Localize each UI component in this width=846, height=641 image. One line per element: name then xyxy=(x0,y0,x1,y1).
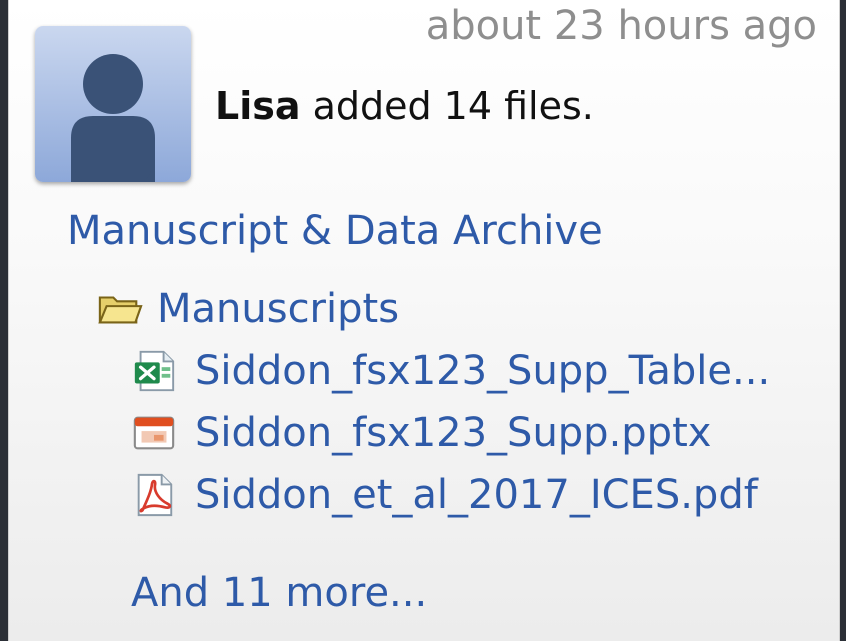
excel-file-icon xyxy=(134,350,175,392)
timestamp: about 23 hours ago xyxy=(425,3,817,49)
activity-action: added 14 files. xyxy=(300,84,594,128)
activity-text: Lisa added 14 files. xyxy=(215,80,594,132)
file-item[interactable]: Siddon_et_al_2017_ICES.pdf xyxy=(131,468,758,522)
avatar[interactable] xyxy=(35,26,191,182)
file-item[interactable]: Siddon_fsx123_Supp_Table... xyxy=(131,344,770,398)
file-name: Siddon_et_al_2017_ICES.pdf xyxy=(195,472,758,518)
user-silhouette-icon xyxy=(71,54,155,182)
file-name: Siddon_fsx123_Supp.pptx xyxy=(195,410,712,456)
powerpoint-file-icon xyxy=(133,416,175,450)
pdf-file-icon xyxy=(137,473,173,517)
folder-icon xyxy=(98,296,143,324)
folder-item[interactable]: Manuscripts xyxy=(97,282,399,336)
more-files-link[interactable]: And 11 more... xyxy=(131,566,427,620)
user-name[interactable]: Lisa xyxy=(215,84,301,128)
archive-link[interactable]: Manuscript & Data Archive xyxy=(67,204,603,258)
folder-name: Manuscripts xyxy=(157,286,400,332)
file-item[interactable]: Siddon_fsx123_Supp.pptx xyxy=(131,406,711,460)
file-name: Siddon_fsx123_Supp_Table... xyxy=(195,348,771,394)
activity-card: about 23 hours ago Lisa added 14 files. … xyxy=(8,0,840,641)
